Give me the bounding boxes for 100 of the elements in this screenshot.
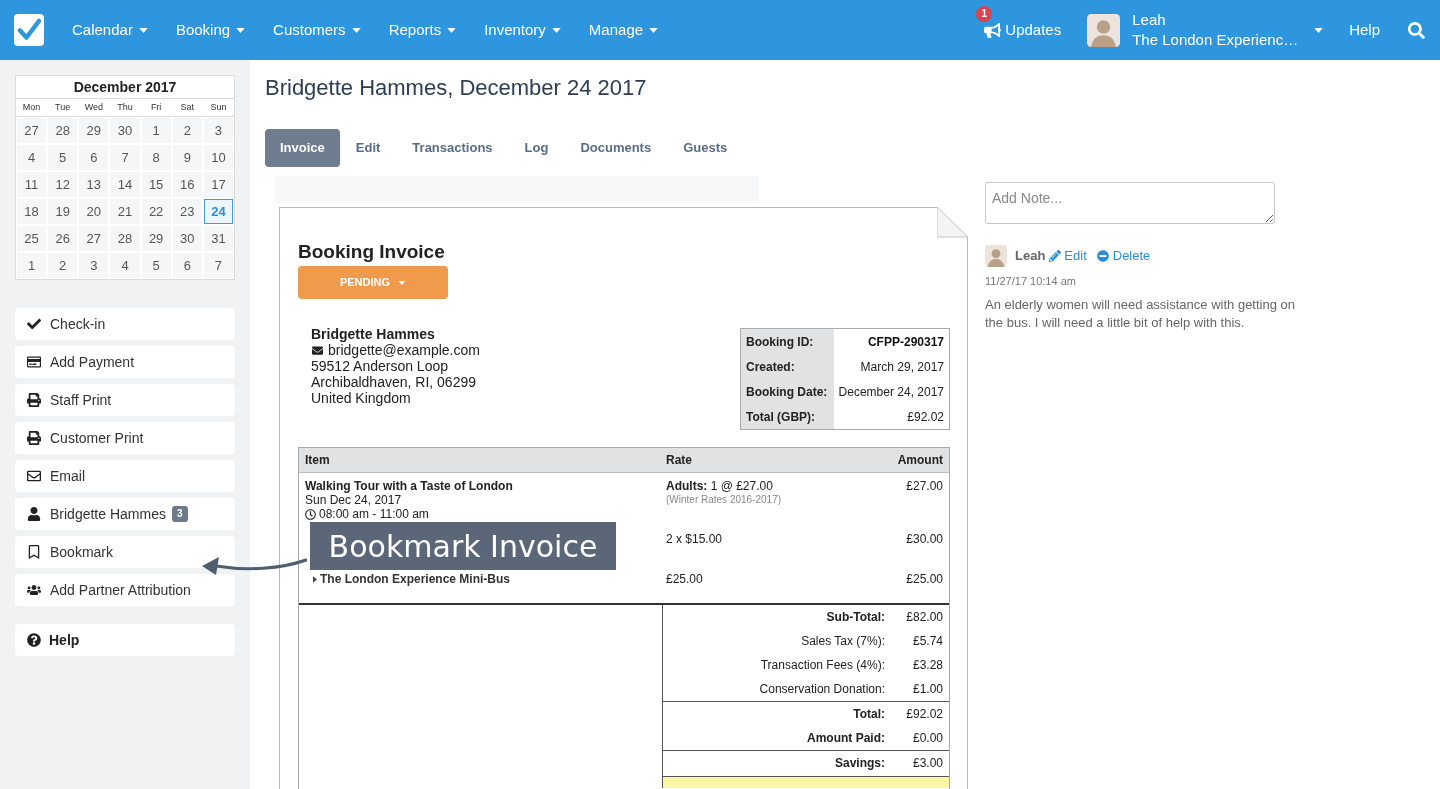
weekday-label: Sun bbox=[209, 100, 228, 114]
column-header: Item bbox=[304, 452, 331, 469]
caret-icon bbox=[551, 27, 561, 33]
calendar-day[interactable]: 7 bbox=[203, 253, 233, 278]
calendar-day[interactable]: 16 bbox=[172, 172, 202, 197]
weekday-label: Tue bbox=[54, 100, 72, 114]
note-field[interactable]: Add Note... bbox=[985, 182, 1275, 224]
calendar-day[interactable]: 11 bbox=[17, 172, 47, 197]
weekday-label: Thu bbox=[116, 100, 134, 114]
total-value: £3.00 bbox=[911, 755, 944, 772]
item-date: Sun Dec 24, 2017 bbox=[305, 493, 402, 507]
calendar-day[interactable]: 29 bbox=[79, 118, 109, 143]
detail-value: £92.02 bbox=[907, 408, 944, 426]
calendar-day[interactable]: 25 bbox=[17, 226, 47, 251]
total-value: £1.00 bbox=[911, 681, 944, 698]
item-amount: £25.00 bbox=[906, 572, 943, 586]
calendar-day[interactable]: 6 bbox=[79, 145, 109, 170]
caret-icon bbox=[351, 27, 361, 33]
calendar-day[interactable]: 13 bbox=[79, 172, 109, 197]
sidebar-action-button[interactable]: Staff Print bbox=[15, 384, 235, 416]
calendar-day[interactable]: 31 bbox=[203, 226, 233, 251]
total-value: £0.00 bbox=[911, 730, 944, 747]
company-name: The London Experienc… bbox=[1132, 30, 1299, 50]
calendar-day[interactable]: 30 bbox=[172, 226, 202, 251]
search-icon[interactable] bbox=[1408, 21, 1425, 39]
calendar-day[interactable]: 20 bbox=[79, 199, 109, 224]
calendar-day[interactable]: 17 bbox=[203, 172, 233, 197]
avatar-icon bbox=[985, 245, 1007, 267]
tab[interactable]: Log bbox=[508, 129, 565, 167]
calendar-day[interactable]: 9 bbox=[172, 145, 202, 170]
tab[interactable]: Edit bbox=[339, 129, 397, 167]
calendar-day[interactable]: 5 bbox=[48, 145, 78, 170]
calendar-day[interactable]: 27 bbox=[79, 226, 109, 251]
detail-label: Total (GBP): bbox=[746, 408, 816, 426]
calendar-day[interactable]: 29 bbox=[141, 226, 171, 251]
sidebar-action-button[interactable]: Bookmark bbox=[15, 536, 235, 568]
detail-label: Booking ID: bbox=[746, 333, 814, 351]
calendar-day[interactable]: 1 bbox=[17, 253, 47, 278]
sidebar-action-button[interactable]: Customer Print bbox=[15, 422, 235, 454]
calendar-day[interactable]: 19 bbox=[48, 199, 78, 224]
calendar-day[interactable]: 30 bbox=[110, 118, 140, 143]
address-line: 59512 Anderson Loop bbox=[311, 358, 448, 374]
calendar-day[interactable]: 18 bbox=[17, 199, 47, 224]
tab[interactable]: Guests bbox=[667, 129, 744, 167]
detail-label: Created: bbox=[746, 358, 795, 376]
help-button[interactable]: Help bbox=[15, 624, 235, 656]
calendar-day[interactable]: 26 bbox=[48, 226, 78, 251]
column-header: Rate bbox=[665, 452, 693, 469]
calendar-day[interactable]: 21 bbox=[110, 199, 140, 224]
calendar-day[interactable]: 4 bbox=[17, 145, 47, 170]
avatar-icon bbox=[1087, 13, 1121, 47]
calendar-day[interactable]: 27 bbox=[17, 118, 47, 143]
customer-email: bridgette@example.com bbox=[328, 342, 480, 358]
weekday-label: Wed bbox=[83, 100, 104, 114]
weekday-label: Sat bbox=[179, 100, 196, 114]
calendar-day[interactable]: 7 bbox=[110, 145, 140, 170]
calendar-day[interactable]: 12 bbox=[48, 172, 78, 197]
addon-name: The London Experience Mini-Bus bbox=[320, 572, 510, 586]
sidebar-action-button[interactable]: Add Payment bbox=[15, 346, 235, 378]
calendar-day[interactable]: 3 bbox=[203, 118, 233, 143]
notification-badge: 1 bbox=[976, 5, 993, 22]
calendar-day[interactable]: 28 bbox=[48, 118, 78, 143]
total-label: Transaction Fees (4%): bbox=[760, 657, 886, 674]
credit-card-icon bbox=[27, 355, 41, 369]
edit-link[interactable]: Edit bbox=[1049, 246, 1087, 266]
item-rate: Adults: 1 @ £27.00 bbox=[666, 479, 773, 493]
printer-icon bbox=[27, 393, 41, 407]
question-icon bbox=[27, 633, 41, 647]
calendar-day[interactable]: 1 bbox=[141, 118, 171, 143]
sidebar-action-button[interactable]: Check-in bbox=[15, 308, 235, 340]
invoice-title: Booking Invoice bbox=[298, 241, 446, 263]
calendar-day[interactable]: 10 bbox=[203, 145, 233, 170]
clock-icon bbox=[305, 508, 316, 520]
people-icon bbox=[27, 583, 41, 597]
calendar-day[interactable]: 3 bbox=[79, 253, 109, 278]
note-text: An elderly women will need assistance with getting on the bus. I will need a little bit of help with this. bbox=[985, 295, 1296, 332]
tab[interactable]: Transactions bbox=[396, 129, 509, 167]
calendar-day[interactable]: 23 bbox=[172, 199, 202, 224]
calendar-day[interactable]: 15 bbox=[141, 172, 171, 197]
calendar-day[interactable]: 2 bbox=[48, 253, 78, 278]
total-label: Sales Tax (7%): bbox=[801, 633, 886, 650]
total-value: £5.74 bbox=[911, 633, 944, 650]
calendar-day[interactable]: 8 bbox=[141, 145, 171, 170]
item-name: Walking Tour with a Taste of London bbox=[305, 479, 513, 493]
calendar-day[interactable]: 6 bbox=[172, 253, 202, 278]
calendar-day[interactable]: 28 bbox=[110, 226, 140, 251]
calendar-day[interactable]: 14 bbox=[110, 172, 140, 197]
item-rate: 2 x $15.00 bbox=[666, 532, 723, 546]
total-value: £82.00 bbox=[905, 609, 944, 626]
calendar-day[interactable]: 22 bbox=[141, 199, 171, 224]
calendar-day[interactable]: 4 bbox=[110, 253, 140, 278]
tab[interactable]: Documents bbox=[564, 129, 668, 167]
sidebar-action-button[interactable]: Bridgette Hammes 3 bbox=[15, 498, 235, 530]
column-header: Amount bbox=[896, 452, 944, 469]
sidebar-action-button[interactable]: Email bbox=[15, 460, 235, 492]
checkmark-logo-icon[interactable] bbox=[14, 14, 44, 46]
calendar-day[interactable]: 2 bbox=[172, 118, 202, 143]
sidebar-action-button[interactable]: Add Partner Attribution bbox=[15, 574, 235, 606]
tab[interactable]: Invoice bbox=[265, 129, 340, 167]
calendar-day[interactable]: 5 bbox=[141, 253, 171, 278]
